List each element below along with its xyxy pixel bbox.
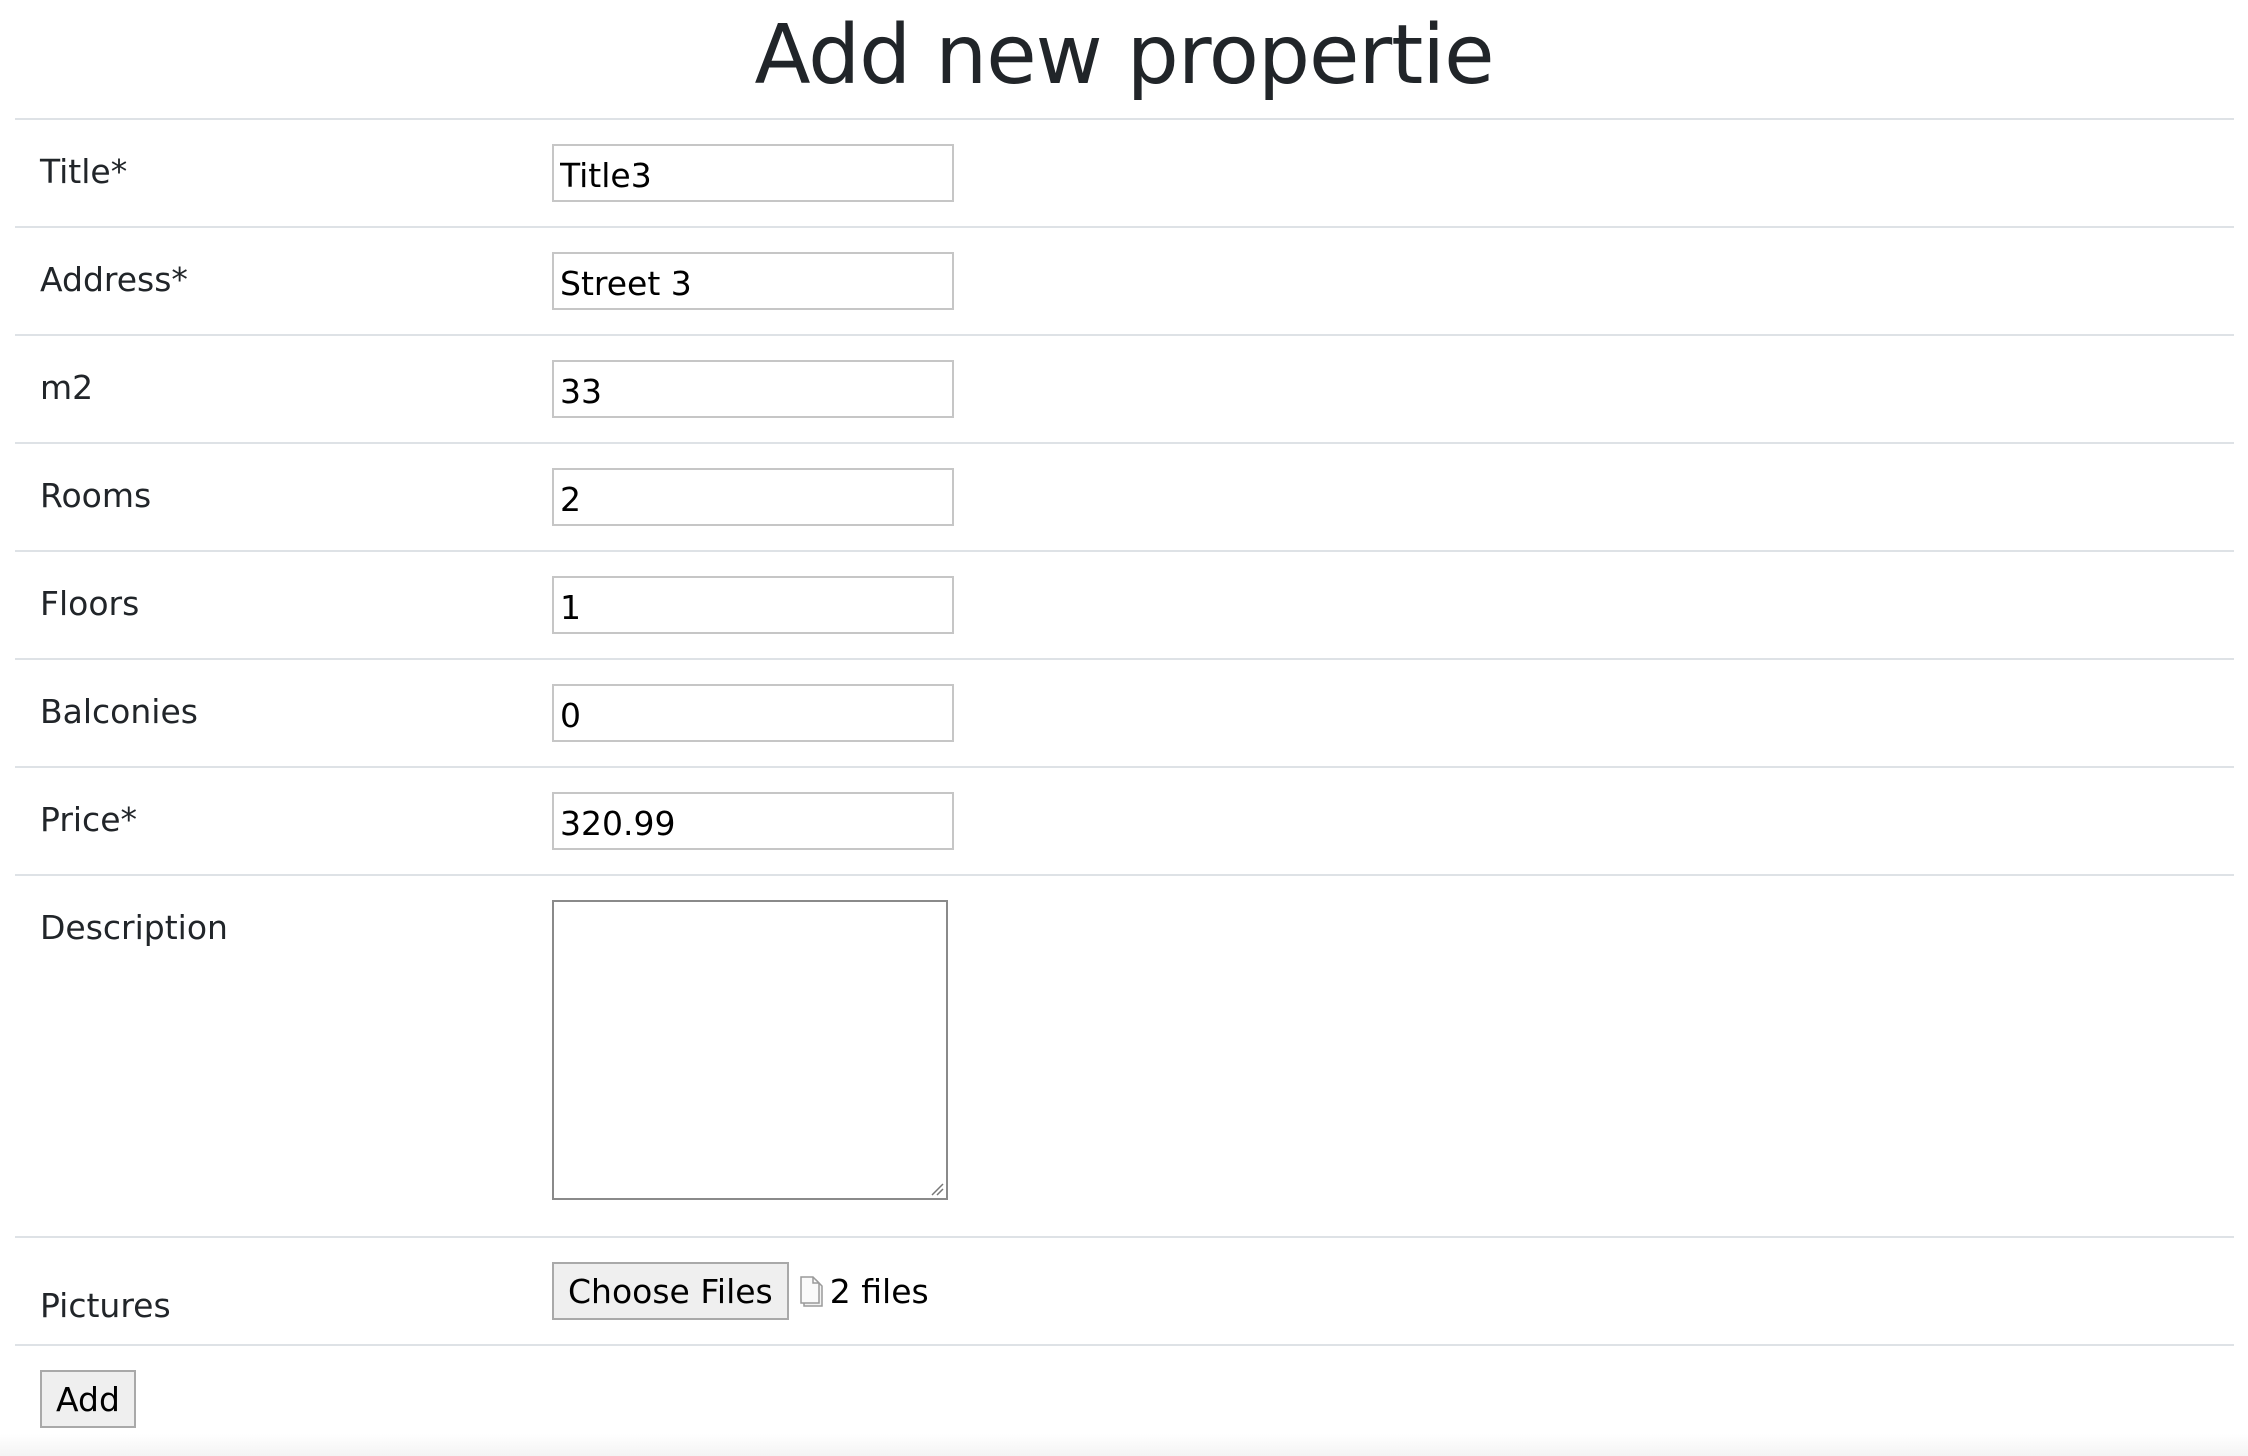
resize-grip-icon[interactable] (928, 1180, 944, 1196)
add-button[interactable]: Add (40, 1370, 136, 1428)
form-row-rooms: Rooms (15, 443, 2234, 551)
form-row-pictures: Pictures Choose Files 2 files (15, 1237, 2234, 1345)
address-input[interactable] (552, 252, 954, 310)
field-label: m2 (40, 368, 94, 407)
field-label: Rooms (40, 476, 152, 515)
bottom-fade (0, 1434, 2248, 1456)
price-input[interactable] (552, 792, 954, 850)
page-title: Add new propertie (754, 8, 1494, 103)
file-icon (800, 1276, 823, 1307)
form-row-balconies: Balconies (15, 659, 2234, 767)
field-label: Pictures (40, 1286, 171, 1325)
field-label: Address* (40, 260, 188, 299)
m2-input[interactable] (552, 360, 954, 418)
description-textarea[interactable] (552, 900, 948, 1200)
form-row-price: Price* (15, 767, 2234, 875)
file-count-status: 2 files (829, 1271, 929, 1311)
title-input[interactable] (552, 144, 954, 202)
field-label: Floors (40, 584, 140, 623)
form-row-m2: m2 (15, 335, 2234, 443)
choose-files-button[interactable]: Choose Files (552, 1262, 789, 1320)
form-row-submit: Add (15, 1345, 2234, 1429)
floors-input[interactable] (552, 576, 954, 634)
file-picker[interactable]: Choose Files 2 files (552, 1262, 2234, 1320)
field-label: Price* (40, 800, 138, 839)
field-label: Title* (40, 152, 128, 191)
balconies-input[interactable] (552, 684, 954, 742)
form-row-description: Description (15, 875, 2234, 1237)
form-row-title: Title* (15, 119, 2234, 227)
form-row-address: Address* (15, 227, 2234, 335)
rooms-input[interactable] (552, 468, 954, 526)
property-form: Title* Address* m2 Rooms Floors (15, 118, 2234, 1429)
form-row-floors: Floors (15, 551, 2234, 659)
field-label: Description (40, 908, 228, 947)
field-label: Balconies (40, 692, 198, 731)
